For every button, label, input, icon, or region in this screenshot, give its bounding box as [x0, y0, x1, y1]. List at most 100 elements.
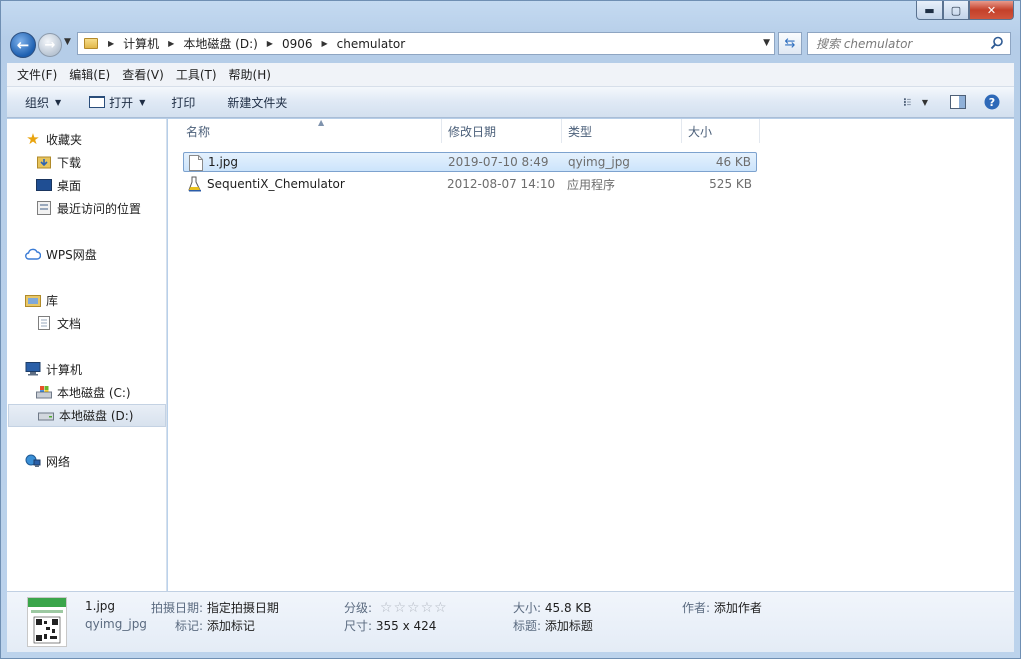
star-icon[interactable]: ☆	[421, 601, 434, 615]
column-header-label: 大小	[688, 124, 713, 139]
details-title[interactable]: 标题: 添加标题	[513, 617, 593, 634]
chevron-right-icon[interactable]: ▶	[108, 39, 114, 48]
window-icon	[89, 96, 106, 108]
document-icon	[36, 315, 52, 331]
explorer-window: ▬ ▢ ✕ ← → ▼ ▶ 计算机 ▶ 本地磁盘 (D:) ▶ 0906 ▶ c…	[0, 0, 1021, 659]
sidebar-item-wps[interactable]: WPS网盘	[25, 244, 97, 264]
sidebar-item-drive-c[interactable]: 本地磁盘 (C:)	[36, 382, 131, 402]
details-value: 添加标记	[206, 619, 255, 633]
menu-file[interactable]: 文件(F)	[17, 66, 57, 83]
library-icon	[25, 292, 41, 308]
breadcrumb-item-chemulator[interactable]: chemulator	[337, 37, 406, 51]
star-icon[interactable]: ☆	[380, 601, 393, 615]
column-header-label: 名称	[186, 124, 211, 139]
downloads-folder-icon	[36, 154, 52, 170]
details-pane: 1.jpg qyimg_jpg 拍摄日期: 指定拍摄日期 标记: 添加标记 分级…	[7, 591, 1014, 652]
search-icon[interactable]	[990, 36, 1004, 50]
file-name: 1.jpg	[208, 155, 239, 169]
change-view-button[interactable]: ▼	[904, 91, 928, 113]
column-header-type[interactable]: 类型	[562, 119, 682, 143]
details-tags[interactable]: 标记: 添加标记	[175, 617, 255, 634]
column-header-name[interactable]: 名称 ▲	[180, 118, 442, 143]
star-icon[interactable]: ☆	[393, 601, 406, 615]
file-thumbnail	[27, 597, 67, 647]
sidebar-item-drive-d[interactable]: 本地磁盘 (D:)	[8, 404, 166, 427]
menu-view[interactable]: 查看(V)	[122, 66, 164, 83]
chevron-down-icon[interactable]: ▼	[922, 98, 928, 107]
sidebar-item-label: 本地磁盘 (C:)	[57, 385, 131, 400]
chevron-right-icon[interactable]: ▶	[267, 39, 273, 48]
details-date-taken[interactable]: 拍摄日期: 指定拍摄日期	[151, 599, 279, 616]
menu-edit[interactable]: 编辑(E)	[69, 66, 110, 83]
details-value: 355 x 424	[375, 619, 437, 633]
preview-pane-button[interactable]	[946, 91, 970, 113]
recent-pages-dropdown[interactable]: ▼	[64, 37, 71, 47]
menu-bar: 文件(F) 编辑(E) 查看(V) 工具(T) 帮助(H)	[7, 63, 1014, 87]
sidebar-item-documents[interactable]: 文档	[36, 313, 81, 333]
sidebar-item-desktop[interactable]: 桌面	[36, 175, 81, 195]
qr-code-icon	[28, 598, 66, 644]
maximize-button[interactable]: ▢	[943, 1, 969, 20]
sidebar-item-favorites[interactable]: ★ 收藏夹	[25, 129, 82, 149]
sidebar-item-label: 桌面	[57, 178, 82, 193]
new-folder-label: 新建文件夹	[227, 95, 288, 110]
breadcrumb-item-computer[interactable]: 计算机	[123, 35, 159, 52]
sidebar-item-recent[interactable]: 最近访问的位置	[36, 198, 141, 218]
details-filetype: qyimg_jpg	[85, 617, 147, 631]
details-value: 添加标题	[544, 619, 593, 633]
details-rating[interactable]: 分级: ☆ ☆ ☆ ☆ ☆	[344, 599, 448, 616]
preview-pane-icon	[950, 95, 966, 109]
cloud-icon	[25, 246, 41, 262]
table-row[interactable]: SequentiX_Chemulator 2012-08-07 14:10 应用…	[183, 174, 757, 194]
minimize-button[interactable]: ▬	[916, 1, 943, 20]
details-label: 大小:	[513, 601, 542, 615]
file-list: 名称 ▲ 修改日期 类型 大小 1.jpg 2019-07-10 8:49 qy…	[168, 118, 1014, 591]
view-controls: ▼ ?	[896, 91, 1004, 113]
refresh-icon: ⇆	[784, 36, 796, 51]
address-dropdown-icon[interactable]: ▼	[763, 38, 770, 48]
forward-button[interactable]: →	[38, 33, 62, 57]
details-value: 45.8 KB	[544, 601, 592, 615]
breadcrumb: ▶ 计算机 ▶ 本地磁盘 (D:) ▶ 0906 ▶ chemulator	[104, 33, 405, 54]
search-input[interactable]	[816, 34, 986, 53]
search-box[interactable]	[807, 32, 1011, 55]
back-button[interactable]: ←	[10, 32, 36, 58]
star-icon[interactable]: ☆	[434, 601, 447, 615]
sidebar-item-libraries[interactable]: 库	[25, 290, 58, 310]
navigation-pane: ★ 收藏夹 下载 桌面 最近访问的位置 WPS网盘 库 文档 计算机 本地磁盘 …	[7, 119, 167, 591]
breadcrumb-item-0906[interactable]: 0906	[282, 37, 313, 51]
folder-icon	[84, 38, 98, 49]
table-row[interactable]: 1.jpg 2019-07-10 8:49 qyimg_jpg 46 KB	[183, 152, 757, 172]
rating-stars[interactable]: ☆ ☆ ☆ ☆ ☆	[380, 601, 448, 615]
star-icon[interactable]: ☆	[407, 601, 420, 615]
new-folder-button[interactable]: 新建文件夹	[217, 90, 297, 114]
file-name: SequentiX_Chemulator	[207, 177, 345, 191]
sidebar-item-label: 网络	[46, 454, 71, 469]
sidebar-item-network[interactable]: 网络	[25, 451, 70, 471]
column-header-size[interactable]: 大小	[682, 119, 760, 143]
details-label: 尺寸:	[344, 619, 373, 633]
chevron-right-icon[interactable]: ▶	[168, 39, 174, 48]
menu-tools[interactable]: 工具(T)	[176, 66, 217, 83]
menu-help[interactable]: 帮助(H)	[229, 66, 271, 83]
image-file-icon	[189, 155, 203, 171]
chevron-right-icon[interactable]: ▶	[322, 39, 328, 48]
sidebar-item-computer[interactable]: 计算机	[25, 359, 82, 379]
breadcrumb-item-drive-d[interactable]: 本地磁盘 (D:)	[183, 35, 257, 52]
sidebar-item-label: 最近访问的位置	[57, 201, 142, 216]
address-bar[interactable]: ▶ 计算机 ▶ 本地磁盘 (D:) ▶ 0906 ▶ chemulator ▼	[77, 32, 775, 55]
sidebar-item-label: 下载	[57, 155, 82, 170]
refresh-button[interactable]: ⇆	[778, 32, 802, 55]
open-button[interactable]: 打开 ▼	[79, 90, 155, 114]
file-size: 525 KB	[709, 177, 752, 191]
sidebar-item-label: 收藏夹	[46, 132, 83, 147]
sort-ascending-icon: ▲	[318, 118, 325, 127]
sidebar-item-downloads[interactable]: 下载	[36, 152, 81, 172]
column-header-date[interactable]: 修改日期	[442, 119, 562, 143]
print-button[interactable]: 打印	[161, 90, 205, 114]
recent-places-icon	[36, 200, 52, 216]
close-button[interactable]: ✕	[969, 1, 1014, 20]
help-button[interactable]: ?	[980, 91, 1004, 113]
organize-button[interactable]: 组织 ▼	[7, 90, 71, 114]
details-author[interactable]: 作者: 添加作者	[682, 599, 762, 616]
